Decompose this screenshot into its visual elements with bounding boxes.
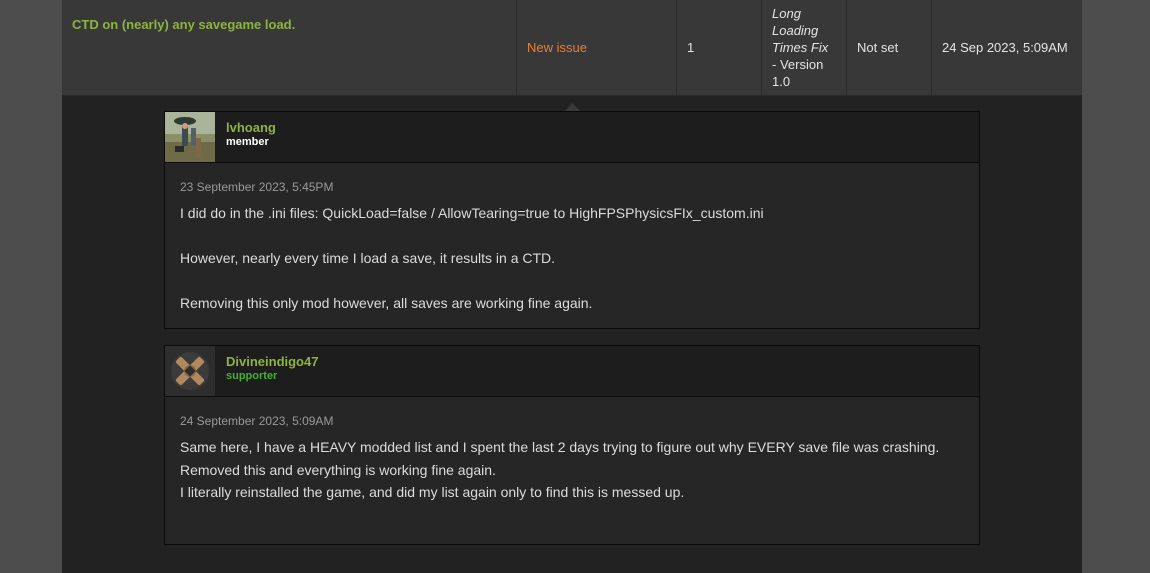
issue-status: New issue <box>517 0 677 95</box>
comment-body: 24 September 2023, 5:09AM Same here, I h… <box>165 397 979 504</box>
comment-text: I did do in the .ini files: QuickLoad=fa… <box>180 202 964 315</box>
user-avatar[interactable] <box>165 112 215 162</box>
issue-title-cell: CTD on (nearly) any savegame load. <box>62 0 517 95</box>
comment-paragraph: Same here, I have a HEAVY modded list an… <box>180 439 940 478</box>
comment-header: lvhoang member <box>165 112 979 163</box>
comment-date: 23 September 2023, 5:45PM <box>180 180 334 194</box>
issue-detail-panel: CTD on (nearly) any savegame load. New i… <box>62 0 1082 573</box>
comment-paragraph: Removing this only mod however, all save… <box>180 295 593 311</box>
issue-title-link[interactable]: CTD on (nearly) any savegame load. <box>72 17 295 32</box>
comment-text: Same here, I have a HEAVY modded list an… <box>180 436 964 504</box>
comment-header: Divineindigo47 supporter <box>165 346 979 397</box>
comment-paragraph: I literally reinstalled the game, and di… <box>180 484 685 500</box>
comment-paragraph: However, nearly every time I load a save… <box>180 250 556 266</box>
comment: lvhoang member 23 September 2023, 5:45PM… <box>164 111 980 329</box>
comment-author-role: supporter <box>226 370 278 382</box>
issue-version: Long Loading Times Fix - Version 1.0 <box>762 0 847 95</box>
default-avatar-icon[interactable] <box>165 346 215 396</box>
version-number: - Version 1.0 <box>772 57 824 89</box>
comment-paragraph: I did do in the .ini files: QuickLoad=fa… <box>180 205 764 221</box>
comment: Divineindigo47 supporter 24 September 20… <box>164 345 980 545</box>
version-mod-name: Long Loading Times Fix <box>772 6 829 55</box>
comment-date: 24 September 2023, 5:09AM <box>180 414 334 428</box>
comment-author-role: member <box>226 136 269 148</box>
comment-author-link[interactable]: Divineindigo47 <box>226 354 318 369</box>
issue-row[interactable]: CTD on (nearly) any savegame load. New i… <box>62 0 1082 96</box>
issue-replies-count: 1 <box>677 0 762 95</box>
comment-body: 23 September 2023, 5:45PM I did do in th… <box>165 163 979 315</box>
issue-priority: Not set <box>847 0 932 95</box>
comment-author-link[interactable]: lvhoang <box>226 120 276 135</box>
issue-last-post-date: 24 Sep 2023, 5:09AM <box>942 40 1068 55</box>
